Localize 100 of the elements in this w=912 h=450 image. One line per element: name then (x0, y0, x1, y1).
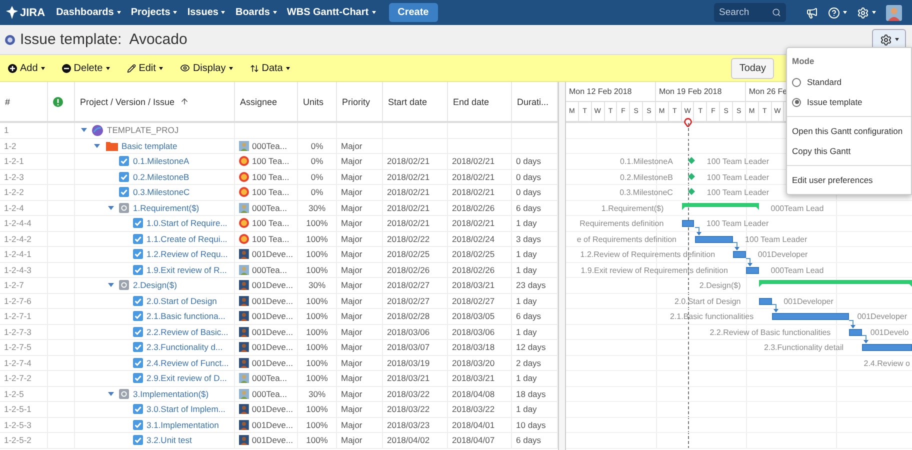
issue-link[interactable]: 3.0.Start of Implem... (146, 404, 226, 414)
column-header[interactable]: Project / Version / Issue (80, 96, 175, 106)
issue-link[interactable]: 2.1.Basic functiona... (146, 311, 226, 322)
issue-link[interactable]: 0.3.MilestoneC (133, 187, 190, 198)
column-header[interactable]: Units (303, 96, 324, 106)
issue-link[interactable]: 3.2.Unit test (146, 435, 192, 446)
row-number: 1-2 (4, 140, 16, 151)
toolbar-menu[interactable]: Delete (58, 62, 114, 74)
user-avatar-icon[interactable] (886, 4, 902, 20)
avatar-icon (239, 373, 249, 384)
avatar-icon (239, 172, 249, 182)
issue-link[interactable]: 1.1.Create of Requi... (146, 234, 228, 244)
task-icon (132, 326, 142, 337)
toolbar-menu[interactable]: Display (176, 62, 237, 74)
priority-value: Major (341, 156, 362, 166)
menu-item[interactable]: Open this Gantt configuration (787, 121, 911, 141)
caret-icon (40, 66, 45, 70)
issue-link[interactable]: 2.2.Review of Basic... (146, 326, 228, 337)
priority-value: Major (341, 280, 362, 290)
caret-icon (173, 11, 178, 14)
today-marker-icon (684, 118, 692, 127)
gantt-label: 0.1.MilestoneA (620, 157, 673, 166)
avatar-icon (239, 311, 249, 322)
expand-toggle[interactable] (92, 144, 102, 148)
start-date: 2018/03/22 (387, 404, 430, 414)
issue-link[interactable]: 1.9.Exit review of R... (146, 264, 227, 275)
mode-option[interactable]: Issue template (807, 97, 862, 107)
expand-toggle[interactable] (79, 128, 88, 132)
row-number: 1-2-3 (4, 172, 24, 182)
radio-button[interactable] (792, 78, 801, 86)
menu-item[interactable]: Edit user preferences (787, 170, 911, 190)
issue-link[interactable]: 2.3.Functionality d... (146, 342, 223, 352)
duration-value: 2 days (516, 358, 542, 368)
issue-link[interactable]: 0.1.MilestoneA (133, 156, 190, 166)
avatar-icon (239, 326, 249, 337)
expand-toggle[interactable] (106, 206, 115, 210)
issue-link[interactable]: 2.4.Review of Funct... (146, 358, 229, 368)
today-button[interactable]: Today (731, 58, 774, 78)
caret-icon (894, 38, 898, 41)
menu-item[interactable]: Copy this Gantt (787, 141, 911, 161)
nav-menu[interactable]: WBS Gantt-Chart (282, 0, 381, 25)
help-icon[interactable] (828, 6, 840, 18)
duration-value: 18 days (516, 388, 546, 399)
issue-link[interactable]: 3.1.Implementation (146, 420, 219, 430)
toolbar-menu[interactable]: Edit (122, 62, 167, 74)
units-value: 100% (306, 326, 328, 337)
create-button[interactable]: Create (388, 3, 438, 22)
gantt-label: 0.2.MilestoneB (620, 172, 673, 182)
column-header[interactable]: Assignee (240, 96, 278, 106)
toolbar-menu[interactable]: Add (4, 62, 49, 74)
nav-menu[interactable]: Issues (182, 0, 230, 25)
toolbar-menu[interactable]: Data (246, 62, 294, 74)
units-value: 100% (306, 234, 328, 244)
assignee-name: 100 Tea... (252, 187, 290, 198)
issue-link[interactable]: 1.0.Start of Require... (146, 218, 228, 228)
radio-button[interactable] (792, 98, 801, 106)
issue-link[interactable]: Basic template (122, 140, 178, 151)
search-field[interactable]: Search (714, 3, 786, 22)
duration-value: 6 days (516, 311, 542, 322)
issue-link[interactable]: 0.2.MilestoneB (133, 172, 190, 182)
duration-value: 0 days (516, 172, 542, 182)
assignee-name: 001Deve... (252, 280, 293, 290)
caret-icon (372, 11, 376, 14)
caret-icon (272, 11, 277, 14)
task-icon (132, 234, 142, 244)
column-header[interactable]: Start date (388, 96, 428, 106)
duration-value: 1 day (516, 373, 537, 384)
column-header[interactable]: Durati... (517, 96, 549, 106)
priority-value: Major (341, 358, 362, 368)
row-number: 1-2-4-2 (4, 234, 32, 244)
column-header[interactable]: # (5, 96, 10, 106)
nav-menu[interactable]: Dashboards (51, 0, 126, 25)
issue-link[interactable]: TEMPLATE_PROJ (107, 125, 179, 136)
issue-link[interactable]: 2.Design($) (133, 280, 177, 290)
issue-link[interactable]: 1.Requirement($) (133, 202, 200, 213)
units-value: 100% (306, 435, 328, 446)
gantt-label: 1.2.Review of Requirements definition (580, 250, 716, 260)
assignee-name: 001Deve... (252, 435, 293, 446)
mode-option[interactable]: Standard (807, 77, 842, 87)
issue-link[interactable]: 3.Implementation($) (133, 388, 209, 399)
row-number: 1-2-7-5 (4, 342, 32, 352)
nav-menu[interactable]: Projects (126, 0, 182, 25)
settings-icon[interactable] (857, 6, 869, 18)
nav-menu[interactable]: Boards (230, 0, 282, 25)
issue-link[interactable]: 1.2.Review of Requ... (146, 249, 228, 260)
assignee-name: 001Deve... (252, 326, 293, 337)
column-header[interactable]: End date (453, 96, 490, 106)
expand-toggle[interactable] (106, 283, 115, 288)
gantt-assignee: 100 Team Leader (706, 218, 769, 230)
megaphone-icon[interactable] (806, 6, 818, 18)
column-header[interactable]: Priority (342, 96, 370, 106)
menu-heading: Mode (791, 55, 816, 68)
issue-link[interactable]: 2.9.Exit review of D... (146, 373, 227, 384)
start-date: 2018/03/21 (387, 373, 430, 384)
expand-toggle[interactable] (106, 392, 115, 396)
assignee-name: 100 Tea... (252, 234, 290, 244)
start-date: 2018/03/23 (387, 420, 430, 430)
issue-link[interactable]: 2.0.Start of Design (146, 296, 217, 306)
end-date: 2018/03/18 (452, 342, 495, 352)
end-date: 2018/03/22 (452, 404, 495, 414)
